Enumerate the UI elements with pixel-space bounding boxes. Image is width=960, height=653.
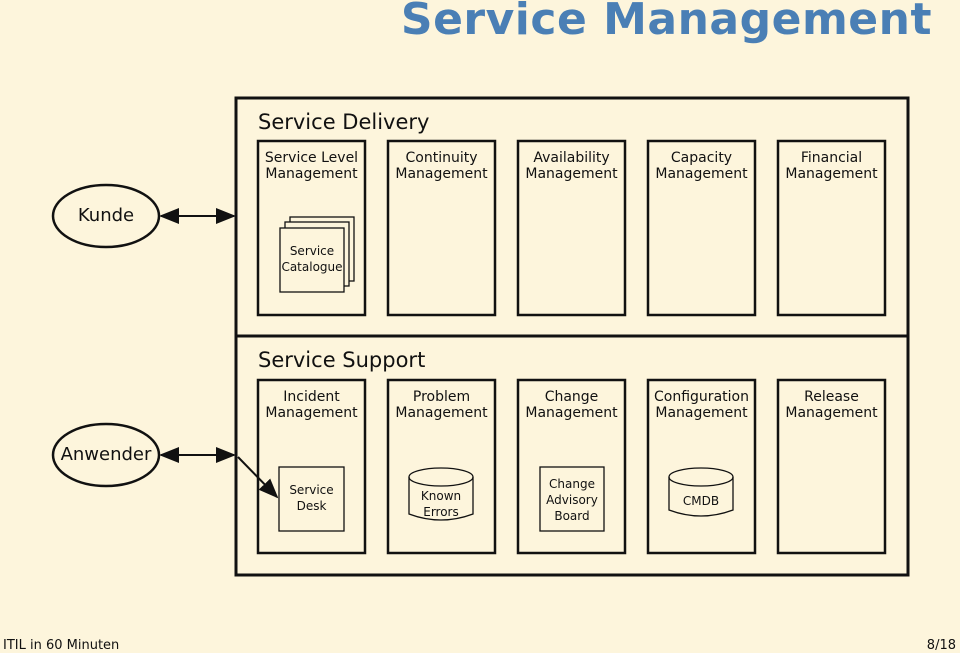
page-number: 8/18 — [926, 638, 956, 653]
cmdb-label: CMDB — [682, 494, 720, 508]
known-errors-label: Known Errors — [420, 489, 462, 519]
delivery-process-label: Capacity Management — [655, 150, 748, 182]
service-catalogue-label: Service Catalogue — [281, 244, 343, 274]
support-process-label: Incident Management — [265, 389, 358, 421]
service-delivery-heading: Service Delivery — [258, 110, 430, 134]
support-process-label: Configuration Management — [654, 389, 749, 421]
support-process-label: Problem Management — [395, 389, 488, 421]
delivery-process-label: Availability Management — [525, 150, 618, 182]
footer-title: ITIL in 60 Minuten — [3, 638, 120, 653]
anwender-label: Anwender — [60, 444, 152, 465]
delivery-process-label: Financial Management — [785, 150, 878, 182]
cab-label: Change Advisory Board — [546, 477, 598, 523]
service-desk-label: Service Desk — [289, 483, 334, 513]
kunde-label: Kunde — [77, 205, 135, 226]
delivery-process-label: Continuity Management — [395, 150, 488, 182]
delivery-process-label: Service Level Management — [264, 150, 359, 182]
support-process-label: Change Management — [525, 389, 618, 421]
support-process-label: Release Management — [785, 389, 878, 421]
service-support-heading: Service Support — [258, 348, 426, 372]
diagram-canvas — [51, 96, 910, 577]
